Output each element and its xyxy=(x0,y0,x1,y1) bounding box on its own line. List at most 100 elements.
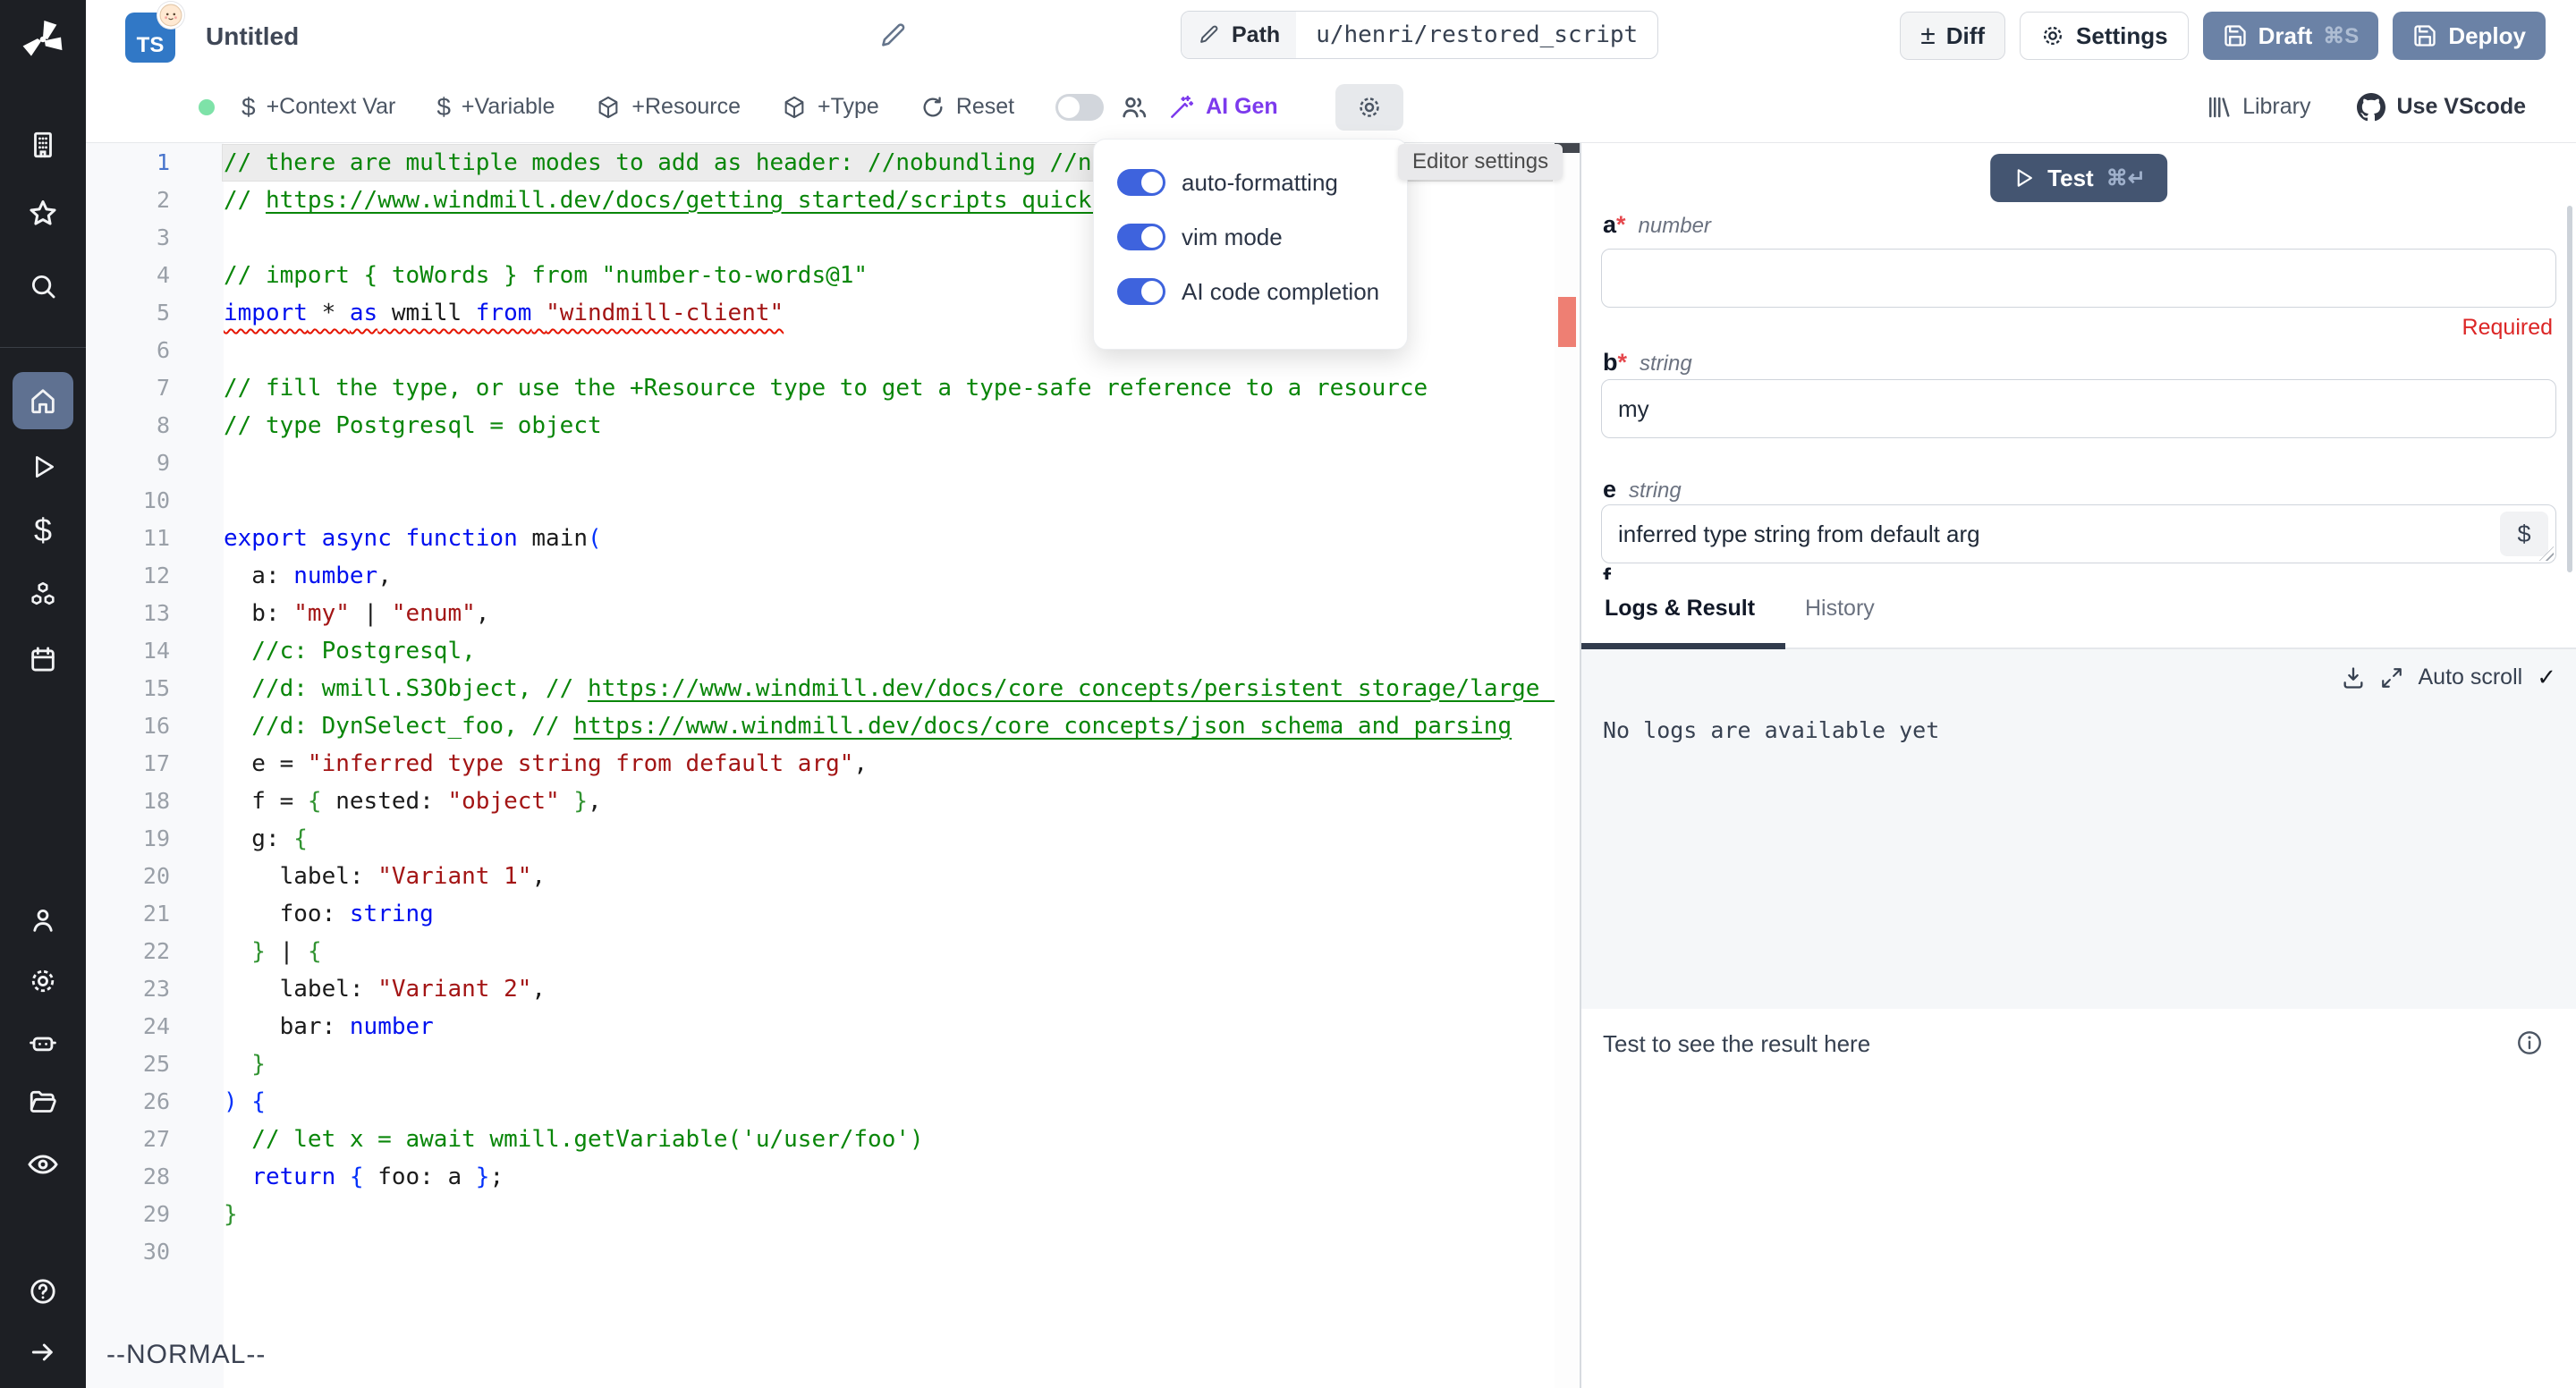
edit-title-pencil-icon[interactable] xyxy=(878,21,909,51)
settings-button[interactable]: Settings xyxy=(2020,12,2189,60)
result-area: Test to see the result here xyxy=(1581,1009,2576,1388)
code-line[interactable]: // fill the type, or use the +Resource t… xyxy=(224,369,1428,407)
toggle-knob xyxy=(1141,226,1163,248)
code-line[interactable]: label: "Variant 1", xyxy=(224,858,546,895)
line-number: 10 xyxy=(86,482,170,520)
reset-button[interactable]: Reset xyxy=(920,94,1014,120)
code-line[interactable]: e = "inferred type string from default a… xyxy=(224,745,868,783)
line-number: 15 xyxy=(86,670,170,707)
code-line[interactable]: g: { xyxy=(224,820,308,858)
sidebar-item-settings[interactable] xyxy=(0,952,86,1010)
add-type-button[interactable]: +Type xyxy=(782,94,879,120)
code-line[interactable]: return { foo: a }; xyxy=(224,1158,504,1196)
editor-toolbar: $ +Context Var $ +Variable +Resource +Ty… xyxy=(86,72,2576,143)
add-context-var-button[interactable]: $ +Context Var xyxy=(242,93,395,122)
code-line[interactable]: } xyxy=(224,1196,238,1233)
code-line[interactable]: a: number, xyxy=(224,557,392,595)
add-variable-button[interactable]: $ +Variable xyxy=(436,93,555,122)
editor-settings-button[interactable] xyxy=(1335,84,1403,131)
check-icon[interactable]: ✓ xyxy=(2537,664,2556,691)
users-icon[interactable] xyxy=(1120,93,1148,122)
download-icon[interactable] xyxy=(2341,665,2366,690)
field-e-value: inferred type string from default arg xyxy=(1618,520,1980,548)
code-line[interactable]: foo: string xyxy=(224,895,434,933)
vim-mode-toggle[interactable] xyxy=(1117,224,1165,250)
package-icon xyxy=(782,95,807,120)
tab-history[interactable]: History xyxy=(1805,596,1875,622)
line-number: 19 xyxy=(86,820,170,858)
code-line[interactable]: export async function main( xyxy=(224,520,602,557)
use-vscode-button[interactable]: Use VScode xyxy=(2357,93,2526,122)
sidebar-item-variables[interactable]: $ xyxy=(0,502,86,559)
sidebar-item-audit[interactable] xyxy=(0,1136,86,1193)
code-line[interactable]: f = { nested: "object" }, xyxy=(224,783,602,820)
sidebar: $ xyxy=(0,0,86,1388)
code-line[interactable]: // type Postgresql = object xyxy=(224,407,602,444)
code-line[interactable]: label: "Variant 2", xyxy=(224,970,546,1008)
sidebar-item-resources[interactable] xyxy=(0,566,86,623)
code-line[interactable]: } | { xyxy=(224,933,322,970)
line-number: 16 xyxy=(86,707,170,745)
required-star: * xyxy=(1616,211,1626,238)
sidebar-item-search[interactable] xyxy=(0,258,86,315)
sidebar-item-account[interactable] xyxy=(0,892,86,949)
line-number: 6 xyxy=(86,332,170,369)
sidebar-item-ai[interactable] xyxy=(0,1014,86,1071)
diff-button[interactable]: ± Diff xyxy=(1900,12,2005,60)
ai-gen-button[interactable]: AI Gen xyxy=(1168,94,1278,121)
status-dot xyxy=(199,99,215,115)
sidebar-divider xyxy=(0,347,86,348)
path-field[interactable]: Path u/henri/restored_script xyxy=(1181,11,1658,59)
field-e-input[interactable]: inferred type string from default arg $ xyxy=(1601,504,2556,563)
collab-toggle[interactable] xyxy=(1055,94,1104,121)
test-button[interactable]: Test ⌘↵ xyxy=(1990,154,2167,202)
overview-ruler[interactable] xyxy=(1555,143,1580,1388)
calendar-icon xyxy=(28,644,58,674)
line-number: 1 xyxy=(86,144,170,182)
auto-formatting-toggle[interactable] xyxy=(1117,169,1165,196)
code-line[interactable]: // there are multiple modes to add as he… xyxy=(224,144,1162,182)
code-line[interactable]: import * as wmill from "windmill-client" xyxy=(224,294,784,332)
sidebar-item-folders[interactable] xyxy=(0,1075,86,1132)
home-icon xyxy=(28,385,58,416)
sidebar-item-schedules[interactable] xyxy=(0,631,86,688)
code-line[interactable]: //c: Postgresql, xyxy=(224,632,476,670)
draft-label: Draft xyxy=(2258,22,2313,50)
code-line[interactable]: bar: number xyxy=(224,1008,434,1045)
deploy-button[interactable]: Deploy xyxy=(2393,12,2546,60)
sidebar-item-runs[interactable] xyxy=(0,438,86,495)
toggle-knob xyxy=(1141,281,1163,302)
eye-icon xyxy=(27,1148,59,1181)
library-icon xyxy=(2205,94,2232,121)
line-number: 24 xyxy=(86,1008,170,1045)
auto-scroll-label[interactable]: Auto scroll xyxy=(2418,664,2522,690)
sidebar-item-favorites[interactable] xyxy=(0,185,86,242)
panel-scrollbar[interactable] xyxy=(2567,206,2572,572)
draft-button[interactable]: Draft ⌘S xyxy=(2203,12,2379,60)
library-button[interactable]: Library xyxy=(2205,94,2310,121)
expand-icon[interactable] xyxy=(2380,666,2403,690)
code-line[interactable]: b: "my" | "enum", xyxy=(224,595,489,632)
code-line[interactable]: ) { xyxy=(224,1083,266,1121)
code-line[interactable]: // let x = await wmill.getVariable('u/us… xyxy=(224,1121,924,1158)
sidebar-item-collapse[interactable] xyxy=(0,1324,86,1381)
tab-logs-result[interactable]: Logs & Result xyxy=(1605,596,1755,622)
ai-code-completion-toggle[interactable] xyxy=(1117,278,1165,305)
code-line[interactable]: } xyxy=(224,1045,266,1083)
line-number: 26 xyxy=(86,1083,170,1121)
info-icon[interactable] xyxy=(2515,1028,2544,1057)
add-resource-button[interactable]: +Resource xyxy=(596,94,741,120)
sidebar-item-home[interactable] xyxy=(13,372,73,429)
line-number: 29 xyxy=(86,1196,170,1233)
sidebar-item-help[interactable] xyxy=(0,1263,86,1320)
code-line[interactable]: //d: DynSelect_foo, // https://www.windm… xyxy=(224,707,1512,745)
sidebar-item-workspace[interactable] xyxy=(0,116,86,174)
person-icon xyxy=(28,905,58,935)
insert-variable-button[interactable]: $ xyxy=(2500,512,2548,556)
code-line[interactable]: //d: wmill.S3Object, // https://www.wind… xyxy=(224,670,1580,707)
field-a-input[interactable] xyxy=(1601,249,2556,308)
path-value[interactable]: u/henri/restored_script xyxy=(1296,12,1657,58)
windmill-logo-icon[interactable] xyxy=(18,14,68,64)
code-line[interactable]: // import { toWords } from "number-to-wo… xyxy=(224,257,868,294)
field-b-input[interactable]: my xyxy=(1601,379,2556,438)
